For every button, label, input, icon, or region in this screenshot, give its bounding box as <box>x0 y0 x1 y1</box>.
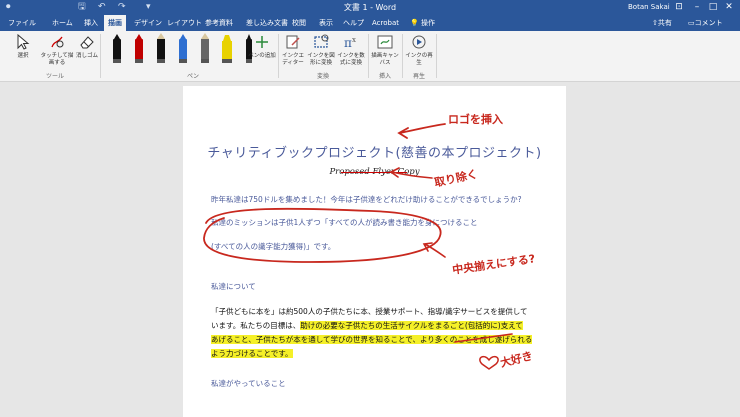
user-name[interactable]: Botan Sakai <box>628 1 670 14</box>
tab-design[interactable]: デザイン <box>134 15 162 31</box>
tab-mailings[interactable]: 差し込み文書 <box>246 15 288 31</box>
pens-group-label: ペン <box>186 73 199 80</box>
ink-editor-button[interactable]: インクエディター <box>280 33 306 67</box>
pencil-gray-icon[interactable] <box>196 33 214 69</box>
tab-acrobat[interactable]: Acrobat <box>372 15 399 31</box>
pencil-black-icon[interactable] <box>152 33 170 69</box>
tab-draw[interactable]: 描画 <box>104 15 126 31</box>
ink-editor-icon <box>286 35 300 49</box>
tab-insert[interactable]: 挿入 <box>84 15 98 31</box>
svg-text:x: x <box>352 36 356 44</box>
ribbon-separator <box>100 34 101 78</box>
svg-text:π: π <box>344 36 352 50</box>
canvas-icon <box>377 35 393 49</box>
math-icon: πx <box>344 36 356 50</box>
ribbon-separator <box>368 34 369 78</box>
tab-help[interactable]: ヘルプ <box>343 15 364 31</box>
tab-review[interactable]: 校閲 <box>292 15 306 31</box>
ink-replay-button[interactable]: インクの再生 <box>404 33 434 67</box>
drawing-canvas-button[interactable]: 描画キャンバス <box>370 33 400 67</box>
tools-group-label: ツール <box>45 73 64 80</box>
comments-button[interactable]: ▭コメント <box>688 15 723 31</box>
touch-pen-icon <box>51 36 64 48</box>
insert-group-label: 挿入 <box>378 73 391 80</box>
body-line-1[interactable]: 「子供どもに本を」は約500人の子供たちに本、授業サポート、指導/識字サービスを… <box>211 305 541 319</box>
ribbon-separator <box>402 34 403 78</box>
ribbon-display-icon[interactable]: ⊡ <box>670 0 688 15</box>
tab-layout[interactable]: レイアウト <box>167 15 202 31</box>
share-button[interactable]: ⇧共有 <box>652 15 672 31</box>
convert-group-label: 変換 <box>316 73 329 80</box>
title-bar: ⏺ 🖫 ↶ ↷ ▾ 文書 1 - Word Botan Sakai ⊡ – □ … <box>0 0 740 15</box>
ribbon-tabs: ファイル ホーム 挿入 描画 デザイン レイアウト 参考資料 差し込み文書 校閲… <box>0 15 740 31</box>
ribbon-separator <box>436 34 437 78</box>
select-button[interactable]: 選択 <box>12 33 34 60</box>
mission-line-2[interactable]: (すべての人の識字能力獲得)」です。 <box>211 241 335 253</box>
pen-black-icon[interactable] <box>108 33 126 69</box>
intro-paragraph[interactable]: 昨年私達は750ドルを集めました！今年は子供達をどれだけ助けることができるでしょ… <box>211 194 522 206</box>
pen-red-icon[interactable] <box>130 33 148 69</box>
document-heading[interactable]: チャリティブックプロジェクト(慈善の本プロジェクト) <box>183 146 566 162</box>
section-heading-about[interactable]: 私達について <box>211 281 256 293</box>
ribbon-separator <box>278 34 279 78</box>
section-heading-activities[interactable]: 私達がやっていること <box>211 378 286 390</box>
body-line-2[interactable]: います。私たちの目標は、助けの必要な子供たちの生活サイクルをまるごと(包括的に)… <box>211 319 541 333</box>
ink-to-math-button[interactable]: πx インクを数式に変換 <box>336 33 366 67</box>
eraser-button[interactable]: 消しゴム <box>76 33 98 60</box>
annotation-insert-logo: ロゴを挿入 <box>448 113 503 126</box>
shape-icon <box>314 34 329 48</box>
highlighter-yellow-icon[interactable] <box>218 33 236 69</box>
body-line-3[interactable]: あげること、子供たちが本を通して学びの世界を知ることで、より多くのことを成し遂げ… <box>211 333 541 347</box>
cursor-icon <box>17 33 30 50</box>
tab-home[interactable]: ホーム <box>52 15 73 31</box>
ink-to-shape-button[interactable]: インクを図形に変換 <box>306 33 336 67</box>
close-icon[interactable]: ✕ <box>720 0 738 15</box>
pen-blue-icon[interactable] <box>174 33 192 69</box>
replay-group-label: 再生 <box>412 73 425 80</box>
plus-icon <box>256 36 268 48</box>
replay-icon <box>412 35 426 49</box>
ribbon-draw: 選択 タッチして描画する 消しゴム ツール ペンの追加 ペン インクエディター … <box>0 31 740 82</box>
tell-me-search[interactable]: 💡 操作 <box>410 15 435 31</box>
touch-draw-button[interactable]: タッチして描画する <box>40 33 74 67</box>
eraser-icon <box>80 36 94 49</box>
tab-references[interactable]: 参考資料 <box>205 15 233 31</box>
lightbulb-icon: 💡 <box>410 19 421 27</box>
mission-line-1[interactable]: 私達のミッションは子供1人ずつ「すべての人が読み書き能力を身につけること <box>211 217 477 229</box>
tab-view[interactable]: 表示 <box>319 15 333 31</box>
body-line-4[interactable]: よう力づけることです。 <box>211 347 541 361</box>
add-pen-button[interactable]: ペンの追加 <box>248 33 276 60</box>
strikethrough-ink <box>341 172 407 173</box>
tab-file[interactable]: ファイル <box>8 15 36 31</box>
document-canvas: チャリティブックプロジェクト(慈善の本プロジェクト) Proposed Flye… <box>0 82 740 417</box>
